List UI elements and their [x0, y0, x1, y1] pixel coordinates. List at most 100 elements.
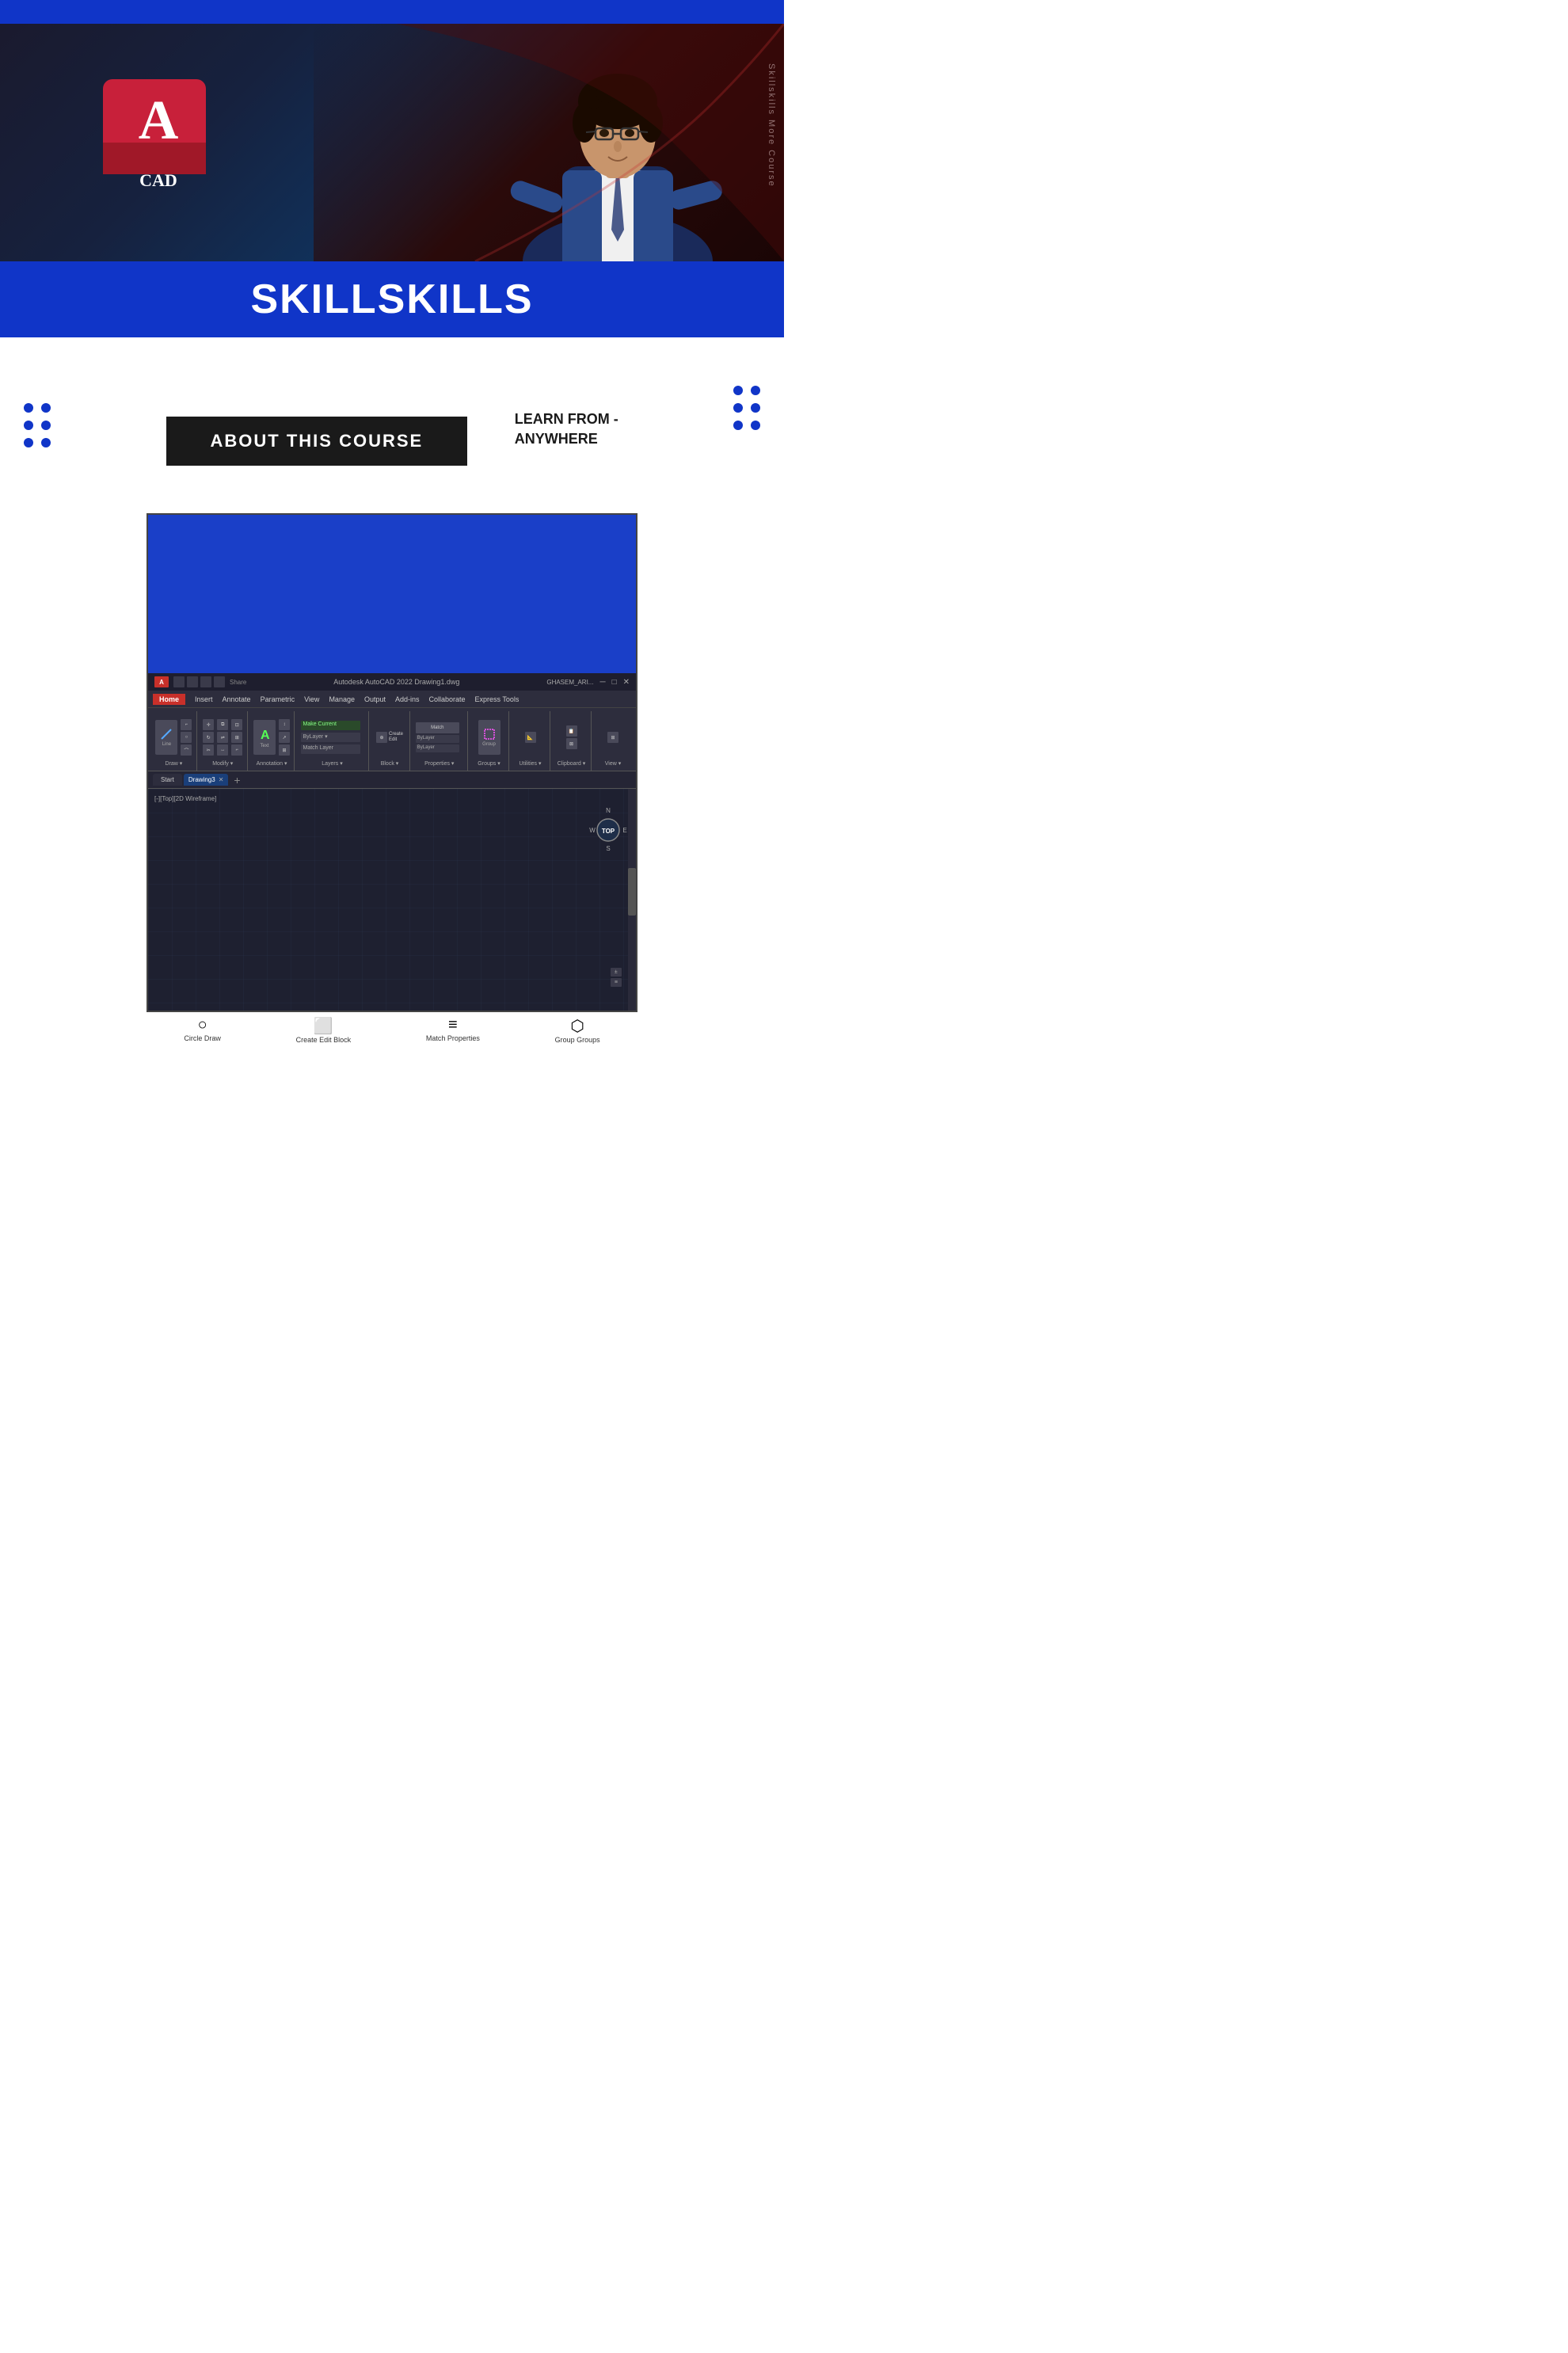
edit-label: Edit: [389, 737, 403, 742]
arc-icon[interactable]: ⌒: [181, 744, 192, 756]
dot-r2: [751, 386, 760, 395]
group-groups-label: ⬡ Group Groups: [555, 1016, 600, 1044]
svg-text:E: E: [622, 827, 626, 834]
layer-dropdown[interactable]: ByLayer ▾: [301, 733, 360, 742]
window-controls-area: GHASEM_ARI... ─ □ ✕: [546, 678, 630, 687]
dot-r4: [751, 403, 760, 413]
move-icon[interactable]: ✛: [203, 719, 214, 730]
draw-sub-tools: ⌐ ○ ⌒: [181, 719, 192, 756]
dot-r3: [733, 403, 743, 413]
insert-block-icon[interactable]: ⊕: [376, 732, 387, 743]
about-text: ABOUT THIS COURSE: [211, 431, 424, 451]
minimize-button[interactable]: ─: [599, 678, 605, 687]
view-icon[interactable]: ⊞: [607, 732, 618, 743]
copy-icon[interactable]: ⧉: [217, 719, 228, 730]
trim-icon[interactable]: ✂: [203, 744, 214, 756]
toolbar-icon-4[interactable]: [214, 676, 225, 687]
block-icons: ⊕ Create Edit: [376, 713, 403, 760]
menu-home[interactable]: Home: [153, 694, 185, 705]
viewport-scrollbar-right[interactable]: [628, 789, 636, 1011]
group-button[interactable]: Group: [478, 720, 500, 755]
annotation-sub-tools: ↕ ↗ ⊞: [279, 719, 290, 756]
titlebar-icons: [173, 676, 225, 687]
annotation-label: Annotation ▾: [257, 760, 287, 769]
leader-icon[interactable]: ↗: [279, 732, 290, 743]
ribbon-groups-group: Group Groups ▾: [470, 711, 509, 771]
text-button[interactable]: A Text: [253, 720, 276, 755]
share-button[interactable]: Share: [230, 679, 246, 686]
draw-label: Draw ▾: [166, 760, 183, 769]
menu-manage[interactable]: Manage: [329, 695, 355, 703]
menu-parametric[interactable]: Parametric: [261, 695, 295, 703]
toolbar-icon-2[interactable]: [187, 676, 198, 687]
match-layer-btn[interactable]: Match Layer: [301, 744, 360, 754]
dot-1: [24, 403, 33, 413]
maximize-button[interactable]: □: [612, 678, 617, 687]
dot-r6: [751, 421, 760, 430]
bylayer-line[interactable]: ByLayer: [416, 744, 459, 752]
menu-insert[interactable]: Insert: [195, 695, 213, 703]
drawing3-close[interactable]: ✕: [219, 776, 224, 783]
base-icon[interactable]: ⊠: [566, 738, 577, 749]
cad-section: A Share Autodesk AutoCAD 2022 Drawing1.d…: [0, 513, 784, 1068]
menu-output[interactable]: Output: [364, 695, 386, 703]
dot-r5: [733, 421, 743, 430]
layer-current[interactable]: Make Current: [301, 721, 360, 730]
polyline-icon[interactable]: ⌐: [181, 719, 192, 730]
ribbon-modify-group: ✛ ↻ ✂ ⧉ ⇌ ↔ ⊡ ⊞ ⌐: [199, 711, 248, 771]
cad-viewport[interactable]: [-][Top][2D Wireframe] N S W E TOP ±: [148, 789, 636, 1011]
svg-text:A: A: [261, 729, 270, 742]
menu-collaborate[interactable]: Collaborate: [429, 695, 466, 703]
line-button[interactable]: Line: [155, 720, 177, 755]
middle-section: ABOUT THIS COURSE LEARN FROM - ANYWHERE: [0, 337, 784, 513]
nav-control-1[interactable]: ±: [611, 968, 622, 977]
window-title: Autodesk AutoCAD 2022 Drawing1.dwg: [333, 678, 459, 686]
toolbar-icon-3[interactable]: [200, 676, 211, 687]
hero-image-area: Skillskills More Course A CAD: [0, 24, 784, 261]
dot-2: [41, 403, 51, 413]
brand-title: SKILLSKILLS: [250, 276, 533, 322]
menu-addins[interactable]: Add-ins: [395, 695, 420, 703]
match-properties-label: ≡ Match Properties: [426, 1016, 480, 1044]
menu-annotate[interactable]: Annotate: [223, 695, 251, 703]
table-icon[interactable]: ⊞: [279, 744, 290, 756]
cad-application-window[interactable]: A Share Autodesk AutoCAD 2022 Drawing1.d…: [147, 513, 637, 1012]
new-tab-button[interactable]: +: [234, 774, 240, 786]
nav-control-2[interactable]: ≡: [611, 978, 622, 987]
draw-icons: Line ⌐ ○ ⌒: [155, 713, 192, 760]
block-label: Block ▾: [381, 760, 399, 769]
scale-icon[interactable]: ⊡: [231, 719, 242, 730]
modify-label: Modify ▾: [212, 760, 233, 769]
measure-icon[interactable]: 📐: [525, 732, 536, 743]
scrollbar-thumb[interactable]: [628, 868, 636, 916]
stretch-icon[interactable]: ↔: [217, 744, 228, 756]
match-props-icon[interactable]: Match: [416, 722, 459, 733]
circle-icon[interactable]: ○: [181, 732, 192, 743]
bylayer-prop[interactable]: ByLayer: [416, 735, 459, 743]
annotation-icons: A Text ↕ ↗ ⊞: [253, 713, 290, 760]
tool-labels-bar: ○ Circle Draw ⬜ Create Edit Block ≡ Matc…: [147, 1012, 637, 1052]
svg-text:N: N: [606, 807, 611, 814]
about-banner: ABOUT THIS COURSE: [166, 417, 467, 466]
menu-view[interactable]: View: [304, 695, 319, 703]
menu-express[interactable]: Express Tools: [475, 695, 519, 703]
utilities-label: Utilities ▾: [519, 760, 542, 769]
paste-icon[interactable]: 📋: [566, 725, 577, 737]
navigation-controls: ± ≡: [611, 968, 622, 987]
rotate-icon[interactable]: ↻: [203, 732, 214, 743]
mirror-icon[interactable]: ⇌: [217, 732, 228, 743]
drawing3-tab[interactable]: Drawing3 ✕: [184, 774, 229, 786]
start-tab-btn[interactable]: Start: [153, 774, 182, 786]
circle-draw-label: ○ Circle Draw: [184, 1016, 221, 1044]
fillet-icon[interactable]: ⌐: [231, 744, 242, 756]
drawing3-label: Drawing3: [188, 776, 215, 783]
learn-from-text: LEARN FROM - ANYWHERE: [515, 409, 705, 449]
ribbon-view-group: ⊞ View ▾: [593, 711, 633, 771]
linear-dim-icon[interactable]: ↕: [279, 719, 290, 730]
create-edit-block-label: ⬜ Create Edit Block: [296, 1016, 352, 1044]
ribbon-layers-group: Make Current ByLayer ▾ Match Layer Layer…: [296, 711, 368, 771]
toolbar-icon-1[interactable]: [173, 676, 185, 687]
array-icon[interactable]: ⊞: [231, 732, 242, 743]
properties-controls: Match ByLayer ByLayer: [416, 722, 463, 752]
close-button[interactable]: ✕: [623, 678, 630, 687]
